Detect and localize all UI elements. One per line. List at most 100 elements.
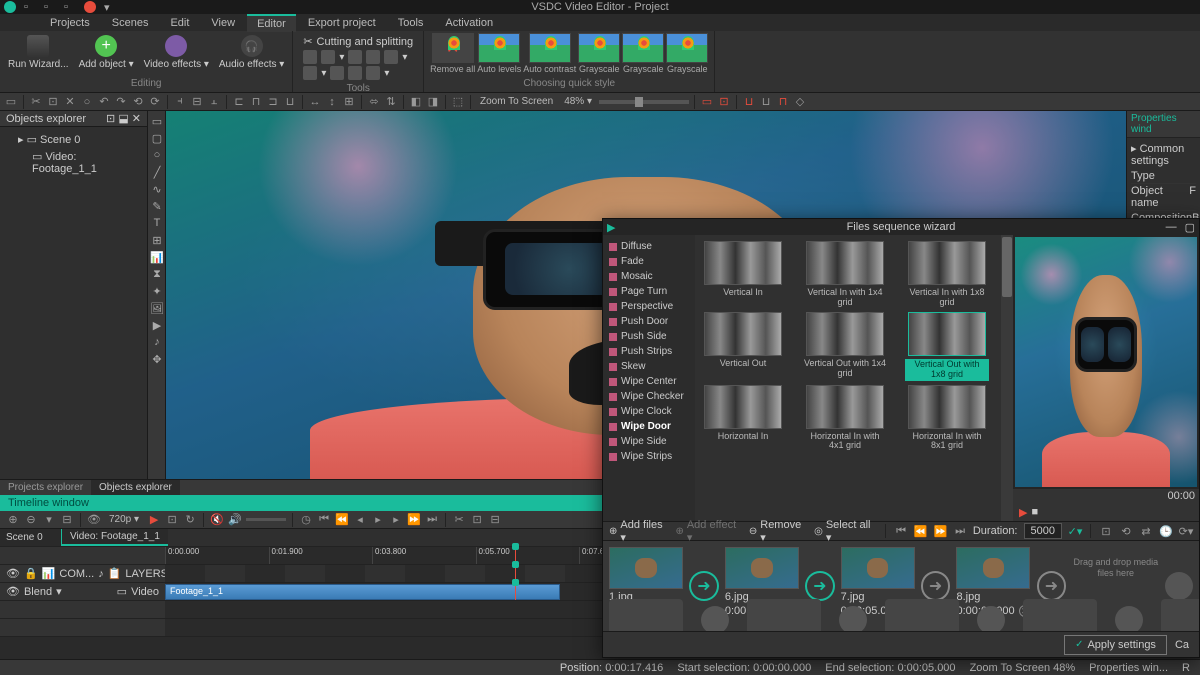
- text-icon[interactable]: T: [150, 216, 164, 230]
- transition-category[interactable]: Skew: [605, 359, 693, 374]
- transition-category[interactable]: Wipe Side: [605, 434, 693, 449]
- transition-category[interactable]: Wipe Door: [605, 419, 693, 434]
- transition-category[interactable]: Push Door: [605, 314, 693, 329]
- add-files-button[interactable]: ⊕ Add files ▾: [609, 519, 669, 544]
- menu-tab-scenes[interactable]: Scenes: [102, 15, 159, 31]
- transition-category[interactable]: Diffuse: [605, 239, 693, 254]
- volume-slider[interactable]: [246, 518, 286, 521]
- preview-stop-icon[interactable]: ■: [1031, 506, 1038, 518]
- open-icon[interactable]: ▫: [44, 1, 56, 13]
- tool-icon[interactable]: ↕: [325, 95, 339, 109]
- transition-category[interactable]: Wipe Strips: [605, 449, 693, 464]
- strip-transition-arrow[interactable]: ➜: [1037, 571, 1067, 601]
- transition-preset[interactable]: Horizontal In with 8x1 grid: [905, 385, 989, 452]
- eye-icon[interactable]: 👁: [87, 513, 101, 527]
- zoom-slider[interactable]: [599, 100, 689, 104]
- strip-drop-zone[interactable]: Drag and drop media files here: [1072, 547, 1159, 589]
- cancel-button[interactable]: Ca: [1175, 639, 1189, 651]
- maximize-icon[interactable]: ▢: [1185, 221, 1195, 234]
- video-tab[interactable]: Video: Footage_1_1: [62, 529, 168, 546]
- dropdown-icon[interactable]: ▾: [104, 1, 116, 13]
- common-settings-label[interactable]: ▸ Common settings: [1131, 140, 1196, 169]
- add-icon[interactable]: ⊕: [6, 513, 20, 527]
- wizard-titlebar[interactable]: ▶ Files sequence wizard —▢: [603, 219, 1199, 235]
- tool-icon[interactable]: ✂: [452, 513, 466, 527]
- align-icon[interactable]: ⊟: [190, 95, 204, 109]
- loop-icon[interactable]: ↻: [183, 513, 197, 527]
- clock-icon[interactable]: ◷: [299, 513, 313, 527]
- tool-icon[interactable]: [366, 50, 380, 64]
- property-row[interactable]: Type: [1131, 169, 1196, 184]
- play-icon[interactable]: ▶: [147, 513, 161, 527]
- transition-preset[interactable]: Vertical In: [701, 241, 785, 308]
- rw-icon[interactable]: ⏪: [335, 513, 349, 527]
- transition-preset[interactable]: Horizontal In: [701, 385, 785, 452]
- video-icon[interactable]: ▶: [150, 318, 164, 332]
- tool-icon[interactable]: ◧: [409, 95, 423, 109]
- audio-effects-button[interactable]: 🎧Audio effects ▾: [217, 33, 286, 72]
- tool-icon[interactable]: ⊡: [46, 95, 60, 109]
- rotate-icon[interactable]: ⟲: [1119, 524, 1133, 538]
- tool-icon[interactable]: ⊔: [759, 95, 773, 109]
- tool-icon[interactable]: [366, 66, 380, 80]
- align-icon[interactable]: ⊔: [283, 95, 297, 109]
- align-icon[interactable]: ⊓: [249, 95, 263, 109]
- tool-icon[interactable]: ⊟: [60, 513, 74, 527]
- audio-icon[interactable]: ♪: [150, 335, 164, 349]
- align-icon[interactable]: ⫞: [173, 95, 187, 109]
- chart-icon[interactable]: 📊: [150, 250, 164, 264]
- scene-tab[interactable]: Scene 0: [0, 529, 62, 546]
- tool-icon[interactable]: ✕: [63, 95, 77, 109]
- menu-tab-editor[interactable]: Editor: [247, 14, 296, 32]
- record-icon[interactable]: [84, 1, 96, 13]
- tool-icon[interactable]: ⇅: [384, 95, 398, 109]
- transition-category[interactable]: Push Strips: [605, 344, 693, 359]
- zoom-value[interactable]: 48% ▾: [560, 96, 596, 107]
- tool-icon[interactable]: [348, 50, 362, 64]
- menu-tab-edit[interactable]: Edit: [160, 15, 199, 31]
- tool-icon[interactable]: ⟳▾: [1179, 524, 1193, 538]
- resolution-selector[interactable]: 720p ▾: [105, 514, 143, 525]
- transition-category[interactable]: Mosaic: [605, 269, 693, 284]
- run-wizard-button[interactable]: Run Wizard...: [6, 33, 71, 72]
- transition-category[interactable]: Fade: [605, 254, 693, 269]
- image-icon[interactable]: 🖼: [150, 301, 164, 315]
- tool-icon[interactable]: ⬚: [451, 95, 465, 109]
- line-icon[interactable]: ╱: [150, 165, 164, 179]
- duration-input[interactable]: 5000: [1024, 523, 1062, 539]
- redo-icon[interactable]: ↷: [114, 95, 128, 109]
- quick-style-5[interactable]: Grayscale: [666, 33, 708, 74]
- quick-style-0[interactable]: ✕Remove all: [430, 33, 475, 74]
- preview-play-icon[interactable]: ▶: [1019, 506, 1027, 519]
- first-icon[interactable]: ⏮: [894, 524, 908, 538]
- transition-preset[interactable]: Horizontal In with 4x1 grid: [803, 385, 887, 452]
- prev-icon[interactable]: ⏪: [914, 524, 928, 538]
- step-fwd-icon[interactable]: ▸: [389, 513, 403, 527]
- apply-icon[interactable]: ✓▾: [1068, 524, 1082, 538]
- tool-icon[interactable]: ⟲: [131, 95, 145, 109]
- tool-icon[interactable]: [384, 50, 398, 64]
- transition-category[interactable]: Page Turn: [605, 284, 693, 299]
- cut-icon[interactable]: ✂: [29, 95, 43, 109]
- transition-category[interactable]: Wipe Clock: [605, 404, 693, 419]
- vol-icon[interactable]: 🔊: [228, 513, 242, 527]
- bottom-tab[interactable]: Projects explorer: [0, 480, 91, 495]
- menu-tab-view[interactable]: View: [201, 15, 245, 31]
- tool-icon[interactable]: ⊡: [470, 513, 484, 527]
- ff-icon[interactable]: ⏩: [407, 513, 421, 527]
- align-icon[interactable]: ⫠: [207, 95, 221, 109]
- tool-icon[interactable]: ◇: [793, 95, 807, 109]
- tool-icon[interactable]: ⊞: [342, 95, 356, 109]
- shape-icon[interactable]: ▢: [150, 131, 164, 145]
- transition-category[interactable]: Push Side: [605, 329, 693, 344]
- cutting-splitting-row[interactable]: ✂Cutting and splitting: [303, 35, 413, 48]
- pen-icon[interactable]: ✎: [150, 199, 164, 213]
- transition-category[interactable]: Perspective: [605, 299, 693, 314]
- bottom-tab[interactable]: Objects explorer: [91, 480, 180, 495]
- quick-style-2[interactable]: Auto contrast: [523, 33, 576, 74]
- quick-style-3[interactable]: Grayscale: [578, 33, 620, 74]
- remove-button[interactable]: ⊖ Remove ▾: [749, 519, 808, 544]
- save-icon[interactable]: ▫: [64, 1, 76, 13]
- grid-scrollbar[interactable]: [1001, 235, 1013, 521]
- tool-icon[interactable]: ⊡: [165, 513, 179, 527]
